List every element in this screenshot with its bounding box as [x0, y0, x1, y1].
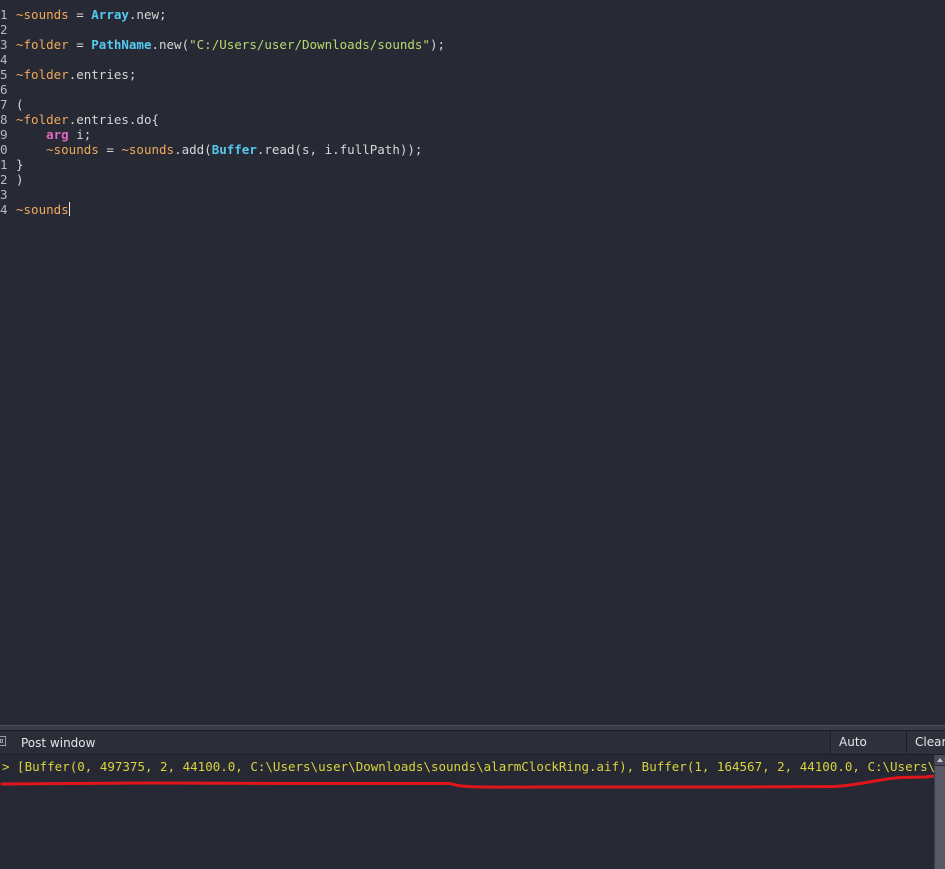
- line-number: 7: [0, 97, 8, 112]
- clear-button[interactable]: Clear: [906, 731, 945, 754]
- code-text: ~folder.entries.do{: [16, 112, 159, 127]
- post-output-line: > [Buffer(0, 497375, 2, 44100.0, C:\User…: [2, 759, 934, 774]
- line-number: 9: [0, 127, 8, 142]
- code-token-plain: );: [429, 37, 446, 52]
- post-window-header: Post window Auto Scroll Clear: [0, 731, 945, 772]
- auto-scroll-button[interactable]: Auto Scroll: [830, 731, 906, 772]
- code-text: ~sounds = ~sounds.add(Buffer.read(s, i.f…: [16, 142, 422, 157]
- code-line[interactable]: 1}: [0, 157, 945, 172]
- code-line[interactable]: 2): [0, 172, 945, 187]
- code-line[interactable]: 9 arg i;: [0, 127, 945, 142]
- scrollbar-thumb[interactable]: [935, 766, 945, 869]
- post-window-title: Post window: [21, 736, 96, 750]
- code-token-var: ~folder: [16, 67, 69, 82]
- code-token-keyword: arg: [46, 127, 69, 142]
- code-token-var: ~sounds: [121, 142, 175, 157]
- code-text: ~folder.entries;: [16, 67, 136, 82]
- code-line[interactable]: 4 ~sounds: [0, 202, 945, 217]
- code-token-var: ~folder: [16, 112, 69, 127]
- post-window-scrollbar[interactable]: [934, 755, 945, 869]
- code-line[interactable]: 6: [0, 82, 945, 97]
- line-number: 2: [0, 172, 8, 187]
- code-token-plain: =: [68, 37, 92, 52]
- code-token-plain: .read(s, i.fullPath));: [256, 142, 423, 157]
- line-number: 1: [0, 7, 8, 22]
- code-token-plain: }: [16, 157, 24, 172]
- window-restore-icon[interactable]: [0, 736, 6, 746]
- code-text: ): [16, 172, 24, 187]
- code-token-plain: (: [16, 97, 24, 112]
- code-token-var: ~sounds: [16, 7, 69, 22]
- code-token-plain: .entries.do{: [68, 112, 159, 127]
- line-number: 5: [0, 67, 8, 82]
- line-number: 1: [0, 157, 8, 172]
- code-line[interactable]: 4: [0, 52, 945, 67]
- code-token-plain: .entries;: [68, 67, 137, 82]
- code-text: (: [16, 97, 24, 112]
- code-token-var: ~sounds: [46, 142, 99, 157]
- code-token-class: Buffer: [211, 142, 257, 157]
- code-token-var: ~folder: [16, 37, 69, 52]
- code-line[interactable]: 3: [0, 187, 945, 202]
- code-line[interactable]: 5 ~folder.entries;: [0, 67, 945, 82]
- post-window-output[interactable]: > [Buffer(0, 497375, 2, 44100.0, C:\User…: [0, 755, 934, 869]
- code-line[interactable]: 3 ~folder = PathName.new("C:/Users/user/D…: [0, 37, 945, 52]
- text-cursor: [68, 202, 70, 216]
- code-token-var: ~sounds: [16, 202, 69, 217]
- code-token-plain: ): [16, 172, 24, 187]
- code-editor[interactable]: 1 ~sounds = Array.new; 2 3 ~folder = PathNam…: [0, 0, 945, 725]
- code-text: ~folder = PathName.new("C:/Users/user/Do…: [16, 37, 445, 52]
- line-number: 6: [0, 82, 8, 97]
- code-line[interactable]: 7(: [0, 97, 945, 112]
- code-token-plain: =: [98, 142, 122, 157]
- line-number: 4: [0, 52, 8, 67]
- code-text: ~sounds = Array.new;: [16, 7, 167, 22]
- line-number: 0: [0, 142, 8, 157]
- line-number: 3: [0, 187, 8, 202]
- code-token-plain: .new;: [128, 7, 167, 22]
- line-number: 2: [0, 22, 8, 37]
- code-text: arg i;: [16, 127, 91, 142]
- code-line[interactable]: 2: [0, 22, 945, 37]
- code-token-string: "C:/Users/user/Downloads/sounds": [189, 37, 430, 52]
- code-line[interactable]: 0 ~sounds = ~sounds.add(Buffer.read(s, i…: [0, 142, 945, 157]
- code-line[interactable]: 8 ~folder.entries.do{: [0, 112, 945, 127]
- code-token-plain: =: [68, 7, 92, 22]
- code-line[interactable]: 1 ~sounds = Array.new;: [0, 7, 945, 22]
- line-number: 3: [0, 37, 8, 52]
- code-text: ~sounds: [16, 202, 70, 217]
- code-token-plain: i;: [68, 127, 92, 142]
- code-token-class: PathName: [91, 37, 152, 52]
- arrow-up-icon[interactable]: [935, 755, 945, 765]
- code-token-plain: .new(: [151, 37, 190, 52]
- line-number: 4: [0, 202, 8, 217]
- code-token-plain: .add(: [174, 142, 212, 157]
- line-number: 8: [0, 112, 8, 127]
- code-text: }: [16, 157, 24, 172]
- code-token-class: Array: [91, 7, 129, 22]
